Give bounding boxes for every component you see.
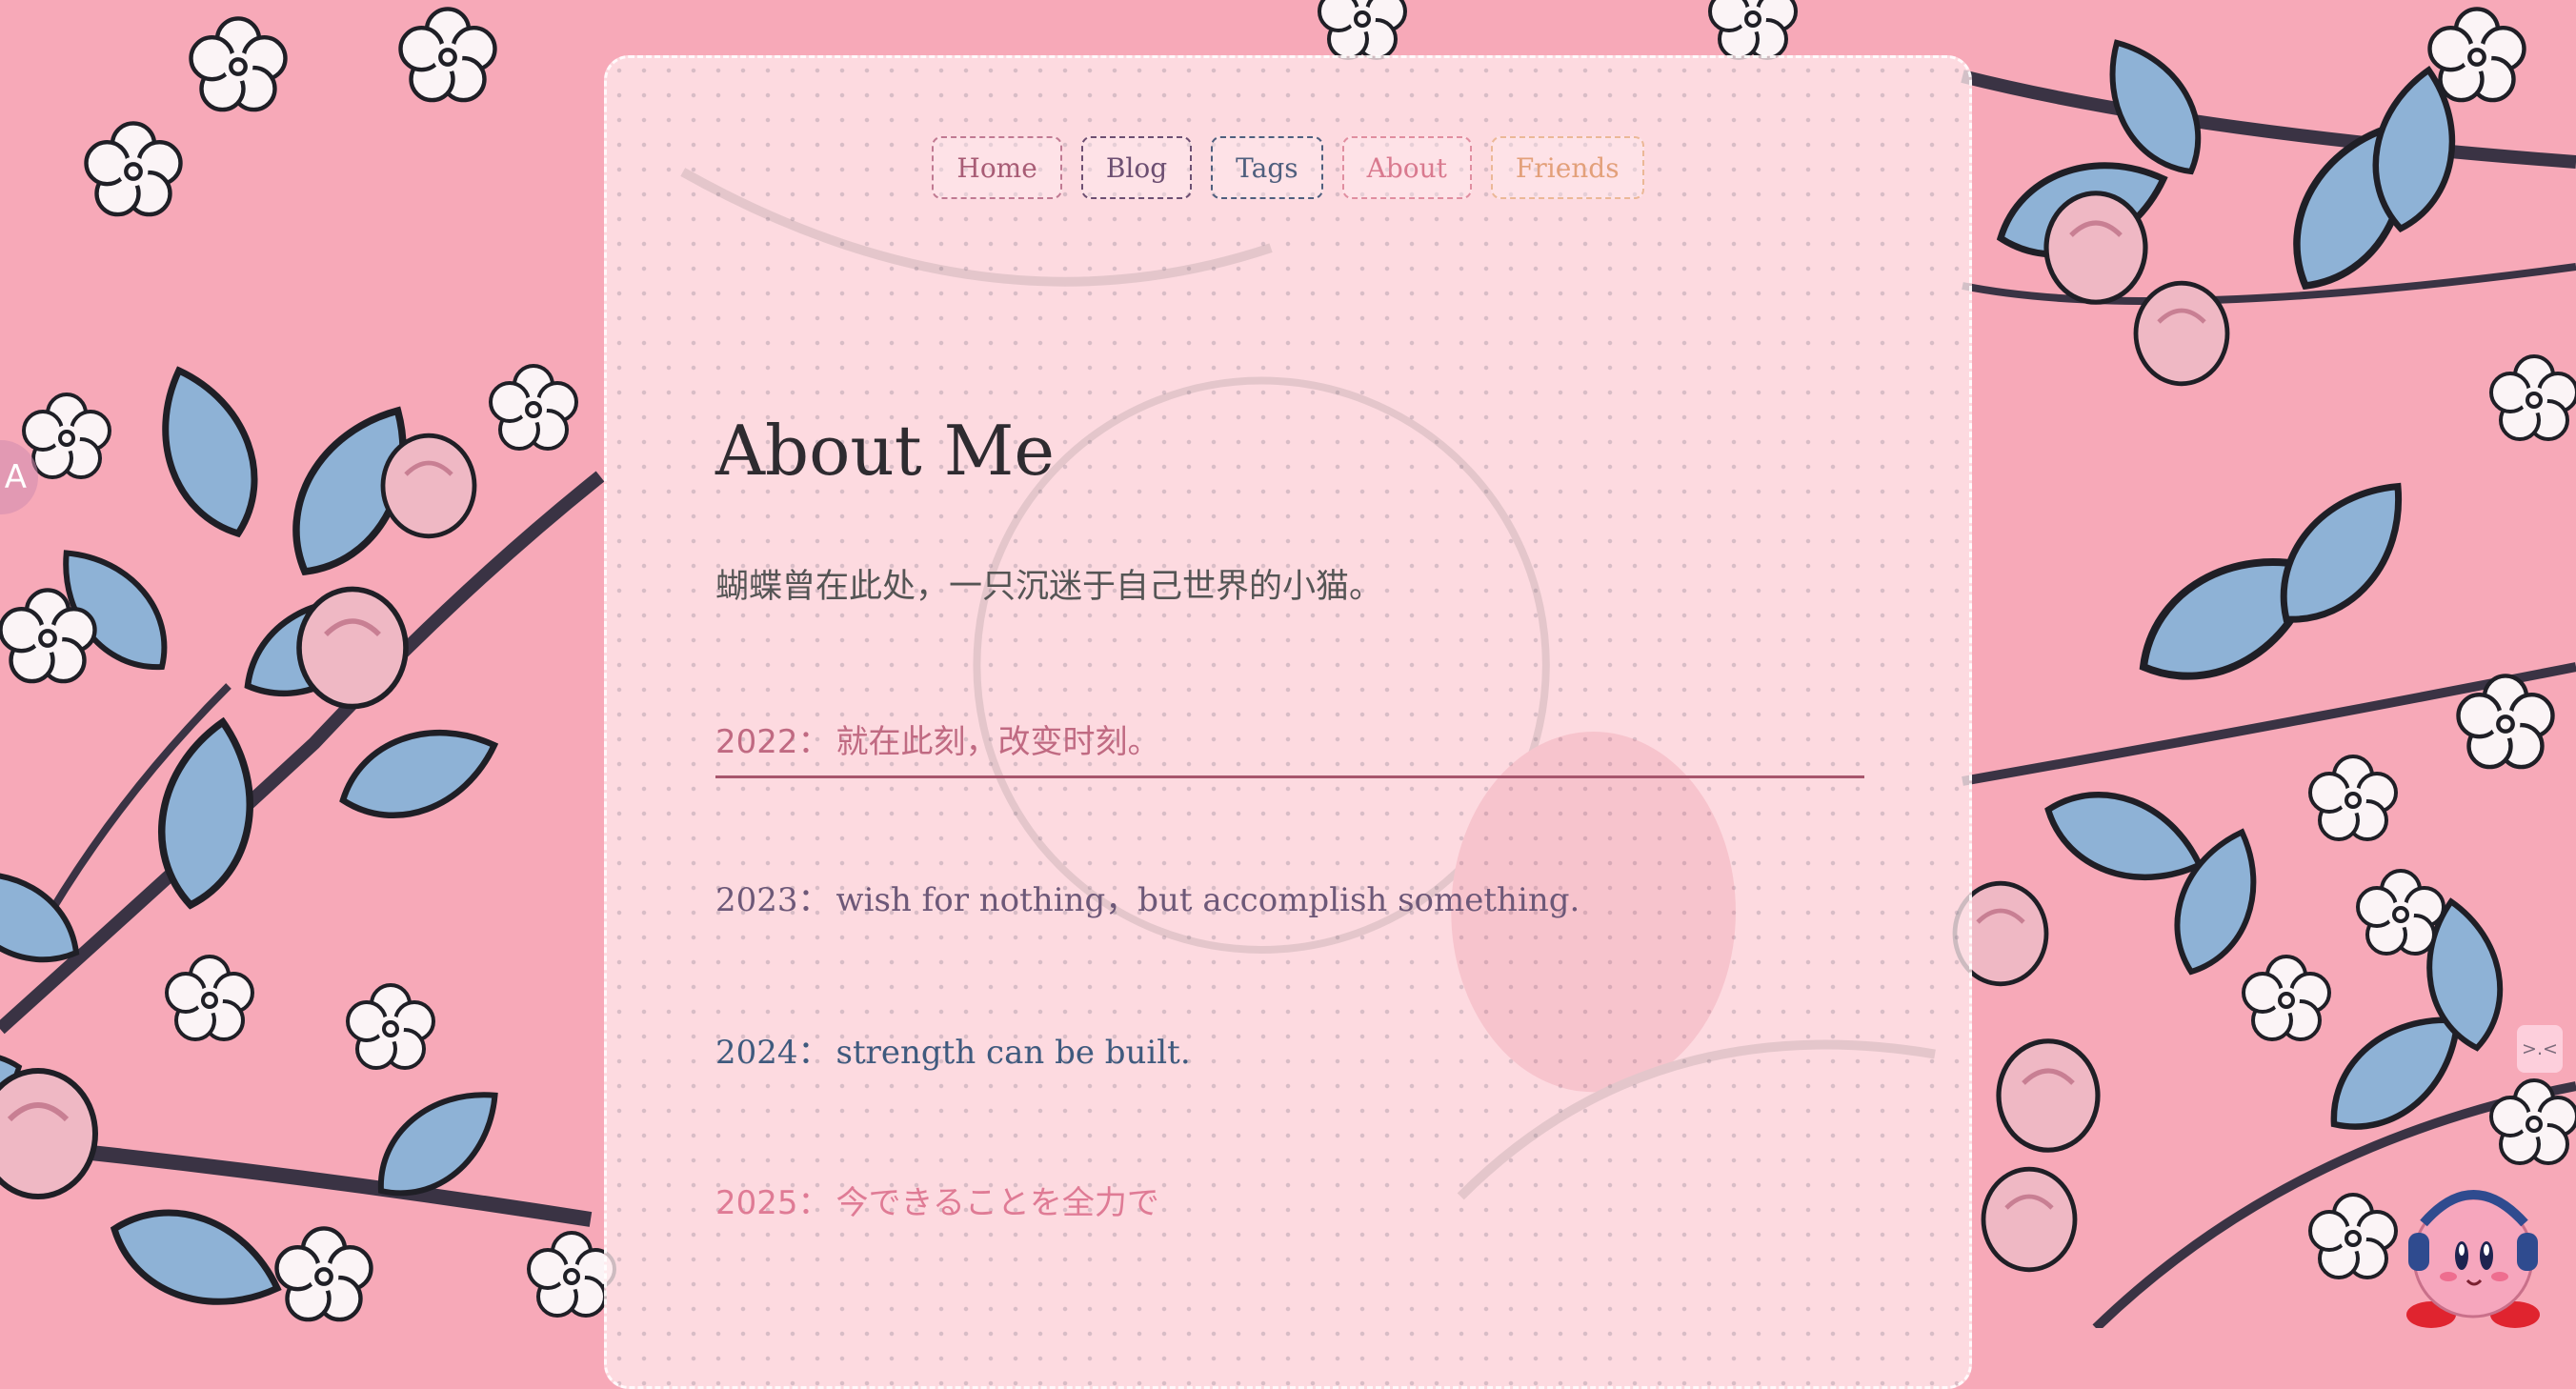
intro-text: 蝴蝶曾在此处，一只沉迷于自己世界的小猫。: [715, 568, 1383, 606]
nav-about-button[interactable]: About: [1341, 136, 1472, 199]
timeline-year: 2024：: [715, 1034, 831, 1072]
timeline-year: 2025：: [715, 1184, 831, 1222]
timeline-text: wish for nothing，but accomplish somethin…: [835, 881, 1580, 919]
page-title: About Me: [715, 411, 1055, 491]
nav-tags-button[interactable]: Tags: [1211, 136, 1323, 199]
timeline-text: 今できることを全力で: [835, 1184, 1159, 1222]
timeline-text: strength can be built.: [835, 1034, 1191, 1072]
nav-home-button[interactable]: Home: [932, 136, 1062, 199]
kaomoji-tab[interactable]: >.<: [2517, 1025, 2563, 1073]
timeline-entry-2025: 2025： 今できることを全力で: [715, 1177, 1159, 1223]
top-nav: Home Blog Tags About Friends: [607, 136, 1969, 199]
kirby-mascot-icon[interactable]: [2389, 1174, 2557, 1328]
timeline-entry-2024: 2024： strength can be built.: [715, 1026, 1191, 1073]
content-card: Home Blog Tags About Friends About Me 蝴蝶…: [604, 55, 1972, 1389]
timeline-year: 2022：: [715, 723, 831, 761]
timeline-entry-2022: 2022： 就在此刻，改变时刻。: [715, 715, 1864, 778]
timeline-text: 就在此刻，改变时刻。: [835, 723, 1160, 761]
nav-friends-button[interactable]: Friends: [1490, 136, 1644, 199]
timeline-entry-2023: 2023： wish for nothing，but accomplish som…: [715, 874, 1580, 920]
timeline-year: 2023：: [715, 881, 831, 919]
nav-blog-button[interactable]: Blog: [1080, 136, 1193, 199]
